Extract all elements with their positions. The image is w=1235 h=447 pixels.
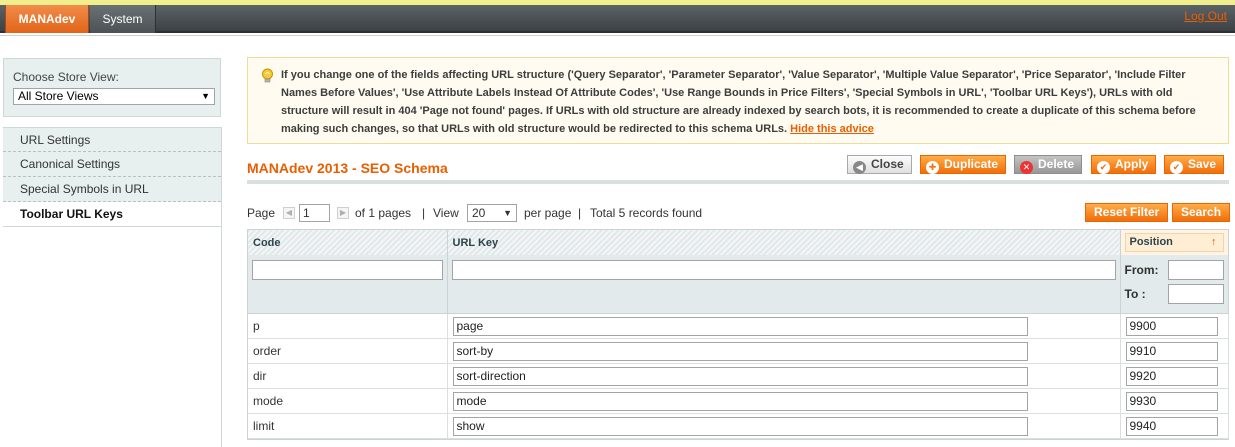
url-key-input[interactable]: sort-direction xyxy=(452,366,1028,386)
page-label: Page xyxy=(247,206,276,220)
total-records: Total 5 records found xyxy=(590,206,703,220)
code-cell: p xyxy=(248,313,448,339)
title-divider xyxy=(247,180,1229,184)
delete-icon: ✕ xyxy=(1020,161,1033,174)
search-button[interactable]: Search xyxy=(1172,203,1231,222)
header-divider xyxy=(0,35,1235,36)
table-row: dir sort-direction 9920 xyxy=(248,363,1229,389)
advice-notice: If you change one of the fields affectin… xyxy=(247,57,1229,144)
nav-item-system[interactable]: System xyxy=(90,5,156,33)
table-row: limit show 9940 xyxy=(248,413,1229,439)
code-cell: order xyxy=(248,338,448,364)
advice-text: If you change one of the fields affectin… xyxy=(281,69,1196,135)
position-input[interactable]: 9920 xyxy=(1125,366,1218,386)
store-switcher: Choose Store View: All Store Views ▼ xyxy=(3,58,221,117)
code-filter-input[interactable] xyxy=(252,260,443,280)
close-button[interactable]: ◀ Close xyxy=(847,155,912,174)
code-cell: mode xyxy=(248,388,448,414)
code-cell: dir xyxy=(248,363,448,389)
url-key-input[interactable]: page xyxy=(452,316,1028,336)
logout-link[interactable]: Log Out xyxy=(1184,9,1227,23)
page-number-input[interactable]: 1 xyxy=(299,204,330,222)
position-from-input[interactable] xyxy=(1167,260,1224,280)
back-arrow-icon: ◀ xyxy=(853,161,866,174)
table-row: mode mode 9930 xyxy=(248,388,1229,414)
table-row: order sort-by 9910 xyxy=(248,338,1229,364)
sidebar-tab-canonical-settings[interactable]: Canonical Settings xyxy=(3,152,221,177)
check-icon: ✔ xyxy=(1170,161,1183,174)
range-from-label: From: xyxy=(1124,263,1159,277)
url-key-input[interactable]: mode xyxy=(452,391,1028,411)
apply-button[interactable]: ✔ Apply xyxy=(1091,155,1157,174)
code-cell: limit xyxy=(248,413,448,439)
pager-separator: | xyxy=(422,206,426,220)
url-key-input[interactable]: sort-by xyxy=(452,341,1028,361)
store-view-value: All Store Views xyxy=(18,89,99,103)
sidebar-tab-toolbar-url-keys[interactable]: Toolbar URL Keys xyxy=(3,202,221,227)
duplicate-button[interactable]: ✚ Duplicate xyxy=(920,155,1007,174)
pager-separator: | xyxy=(578,206,582,220)
save-button[interactable]: ✔ Save xyxy=(1164,155,1225,174)
position-input[interactable]: 9900 xyxy=(1125,316,1218,336)
next-page-icon[interactable]: ▶ xyxy=(337,207,349,219)
position-input[interactable]: 9940 xyxy=(1125,416,1218,436)
column-header-url-key[interactable]: URL Key xyxy=(447,230,1121,255)
column-header-code[interactable]: Code xyxy=(248,230,448,255)
top-navigation: MANAdev System Log Out xyxy=(0,5,1235,33)
lightbulb-icon xyxy=(262,68,273,83)
range-to-label: To : xyxy=(1124,287,1146,301)
column-header-position[interactable]: Position ↑ xyxy=(1120,230,1229,255)
url-key-filter-input[interactable] xyxy=(451,260,1116,280)
chevron-down-icon: ▼ xyxy=(201,91,210,101)
per-page-select[interactable]: 20 ▼ xyxy=(467,204,517,222)
position-to-input[interactable] xyxy=(1167,284,1224,304)
hide-advice-link[interactable]: Hide this advice xyxy=(790,123,874,135)
page-count: of 1 pages xyxy=(355,206,412,220)
sidebar-tabs: URL Settings Canonical Settings Special … xyxy=(3,127,222,447)
reset-filter-button[interactable]: Reset Filter xyxy=(1085,203,1169,222)
check-icon: ✔ xyxy=(1097,161,1110,174)
page-title: MANAdev 2013 - SEO Schema xyxy=(247,160,448,176)
chevron-down-icon: ▼ xyxy=(503,208,512,218)
store-switcher-label: Choose Store View: xyxy=(13,70,119,84)
table-row: p page 9900 xyxy=(248,313,1229,339)
url-keys-grid: Code URL Key Position ↑ From: To : p pag… xyxy=(247,229,1229,440)
per-page-label: per page xyxy=(524,206,572,220)
view-label: View xyxy=(433,206,459,220)
plus-icon: ✚ xyxy=(926,161,939,174)
prev-page-icon[interactable]: ◀ xyxy=(283,207,295,219)
sidebar-tab-special-symbols[interactable]: Special Symbols in URL xyxy=(3,177,221,202)
sidebar-tab-url-settings[interactable]: URL Settings xyxy=(3,127,221,152)
position-input[interactable]: 9910 xyxy=(1125,341,1218,361)
sort-asc-icon: ↑ xyxy=(1211,236,1217,248)
position-input[interactable]: 9930 xyxy=(1125,391,1218,411)
delete-button[interactable]: ✕ Delete xyxy=(1014,155,1083,174)
nav-item-manadev[interactable]: MANAdev xyxy=(5,5,89,33)
store-view-select[interactable]: All Store Views ▼ xyxy=(13,88,215,105)
url-key-input[interactable]: show xyxy=(452,416,1028,436)
